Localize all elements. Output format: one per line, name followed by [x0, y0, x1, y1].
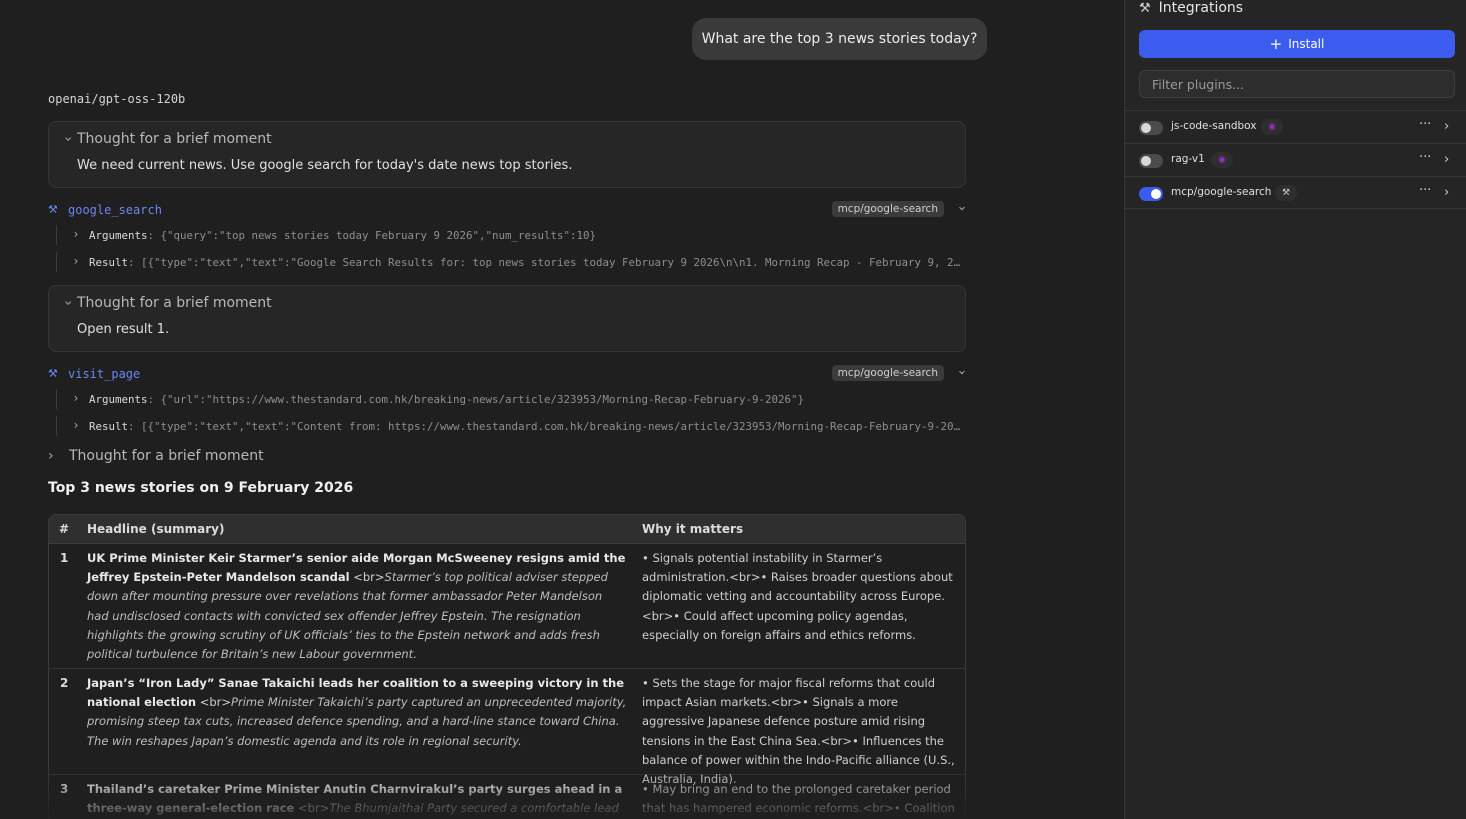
tool-arguments-row[interactable]: › Arguments: {"url":"https://www.thestan…: [56, 389, 962, 409]
tool-result-row[interactable]: › Result: [{"type":"text","text":"Conten…: [56, 416, 962, 436]
thought-title: Thought for a brief moment: [69, 448, 264, 464]
panel-header: ⚒ Integrations: [1139, 0, 1243, 16]
column-header: Why it matters: [642, 522, 744, 536]
plugin-name: js-code-sandbox: [1171, 120, 1257, 132]
column-header: #: [59, 522, 70, 536]
tool-name: google_search: [68, 203, 162, 217]
more-options-icon[interactable]: ···: [1419, 183, 1431, 198]
thought-text: Open result 1.: [77, 322, 170, 337]
more-options-icon[interactable]: ···: [1419, 117, 1431, 132]
wrench-icon: ⚒: [1275, 185, 1297, 201]
tool-arguments-row[interactable]: › Arguments: {"query":"top news stories …: [56, 225, 962, 245]
chevron-down-icon[interactable]: ›: [954, 370, 969, 375]
eye-icon: ◉: [1211, 152, 1233, 168]
thought-block[interactable]: › Thought for a brief moment Open result…: [48, 285, 966, 352]
plugin-name: mcp/google-search: [1171, 186, 1272, 198]
table-row: 2 Japan’s “Iron Lady” Sanae Takaichi lea…: [49, 669, 965, 786]
tool-result: Result: [{"type":"text","text":"Content …: [89, 420, 962, 433]
table-row: 1 UK Prime Minister Keir Starmer’s senio…: [49, 544, 965, 669]
chevron-right-icon: ›: [73, 227, 79, 241]
tool-call-header[interactable]: ⚒ google_search mcp/google-search ›: [48, 200, 969, 220]
plugin-name: rag-v1: [1171, 153, 1205, 165]
table-row: 3 Thailand’s caretaker Prime Minister An…: [49, 775, 965, 819]
thought-header[interactable]: › Thought for a brief moment: [59, 131, 272, 147]
filter-plugins-input[interactable]: [1139, 70, 1455, 98]
chevron-right-icon: ›: [48, 448, 54, 464]
thought-collapsed[interactable]: › Thought for a brief moment: [48, 448, 264, 464]
thought-title: Thought for a brief moment: [77, 131, 272, 147]
panel-title: Integrations: [1158, 0, 1244, 16]
plugin-row-mcp-google-search[interactable]: mcp/google-search ⚒ ··· ›: [1125, 176, 1466, 209]
wrench-icon: ⚒: [1139, 0, 1151, 16]
table-header: # Headline (summary) Why it matters: [49, 515, 965, 544]
plus-icon: +: [1269, 34, 1283, 53]
row-number: 2: [60, 676, 69, 690]
chevron-right-icon: ›: [73, 254, 79, 268]
plugin-toggle[interactable]: [1139, 187, 1163, 201]
plugin-toggle[interactable]: [1139, 121, 1163, 135]
tool-result-row[interactable]: › Result: [{"type":"text","text":"Google…: [56, 252, 962, 272]
headline-cell: Japan’s “Iron Lady” Sanae Takaichi leads…: [87, 676, 627, 748]
tool-result: Result: [{"type":"text","text":"Google S…: [89, 256, 962, 269]
chevron-right-icon[interactable]: ›: [1444, 152, 1449, 167]
chevron-right-icon: ›: [73, 418, 79, 432]
chevron-right-icon: ›: [73, 391, 79, 405]
tool-source-badge: mcp/google-search: [831, 201, 944, 217]
install-button[interactable]: + Install: [1139, 30, 1455, 58]
why-cell: • Sets the stage for major fiscal reform…: [642, 676, 955, 787]
plugin-toggle[interactable]: [1139, 154, 1163, 168]
why-cell: • Signals potential instability in Starm…: [642, 551, 953, 642]
wrench-icon: ⚒: [48, 203, 58, 216]
chevron-down-icon[interactable]: ›: [954, 206, 969, 211]
eye-icon: ◉: [1261, 119, 1283, 135]
plugin-row-rag-v1[interactable]: rag-v1 ◉ ··· ›: [1125, 143, 1466, 176]
thought-title: Thought for a brief moment: [77, 295, 272, 311]
why-cell: • May bring an end to the prolonged care…: [642, 782, 955, 816]
chevron-right-icon[interactable]: ›: [1444, 119, 1449, 134]
user-message-text: What are the top 3 news stories today?: [701, 31, 978, 47]
tool-arguments: Arguments: {"url":"https://www.thestanda…: [89, 393, 805, 406]
tool-call-header[interactable]: ⚒ visit_page mcp/google-search ›: [48, 364, 969, 384]
row-number: 3: [60, 782, 69, 796]
thought-text: We need current news. Use google search …: [77, 158, 573, 173]
thought-block[interactable]: › Thought for a brief moment We need cur…: [48, 121, 966, 188]
thought-header[interactable]: › Thought for a brief moment: [59, 295, 272, 311]
user-message-bubble: What are the top 3 news stories today?: [692, 18, 987, 60]
headline-cell: UK Prime Minister Keir Starmer’s senior …: [87, 551, 626, 662]
chevron-right-icon[interactable]: ›: [1444, 185, 1449, 200]
chevron-down-icon: ›: [60, 300, 76, 306]
more-options-icon[interactable]: ···: [1419, 150, 1431, 165]
headline-cell: Thailand’s caretaker Prime Minister Anut…: [87, 780, 627, 819]
column-header: Headline (summary): [87, 522, 225, 536]
answer-heading: Top 3 news stories on 9 February 2026: [48, 480, 354, 496]
tool-name: visit_page: [68, 367, 141, 381]
plugin-row-js-code-sandbox[interactable]: js-code-sandbox ◉ ··· ›: [1125, 110, 1466, 143]
tool-source-badge: mcp/google-search: [831, 365, 944, 381]
model-name: openai/gpt-oss-120b: [48, 92, 186, 106]
news-table: # Headline (summary) Why it matters 1 UK…: [48, 514, 966, 819]
chevron-down-icon: ›: [60, 136, 76, 142]
wrench-icon: ⚒: [48, 367, 58, 380]
integrations-panel: ⚒ Integrations + Install js-code-sandbox…: [1124, 0, 1466, 819]
tool-arguments: Arguments: {"query":"top news stories to…: [89, 229, 597, 242]
chat-area: What are the top 3 news stories today? o…: [0, 0, 1124, 819]
row-number: 1: [60, 551, 69, 565]
install-label: Install: [1288, 37, 1325, 51]
